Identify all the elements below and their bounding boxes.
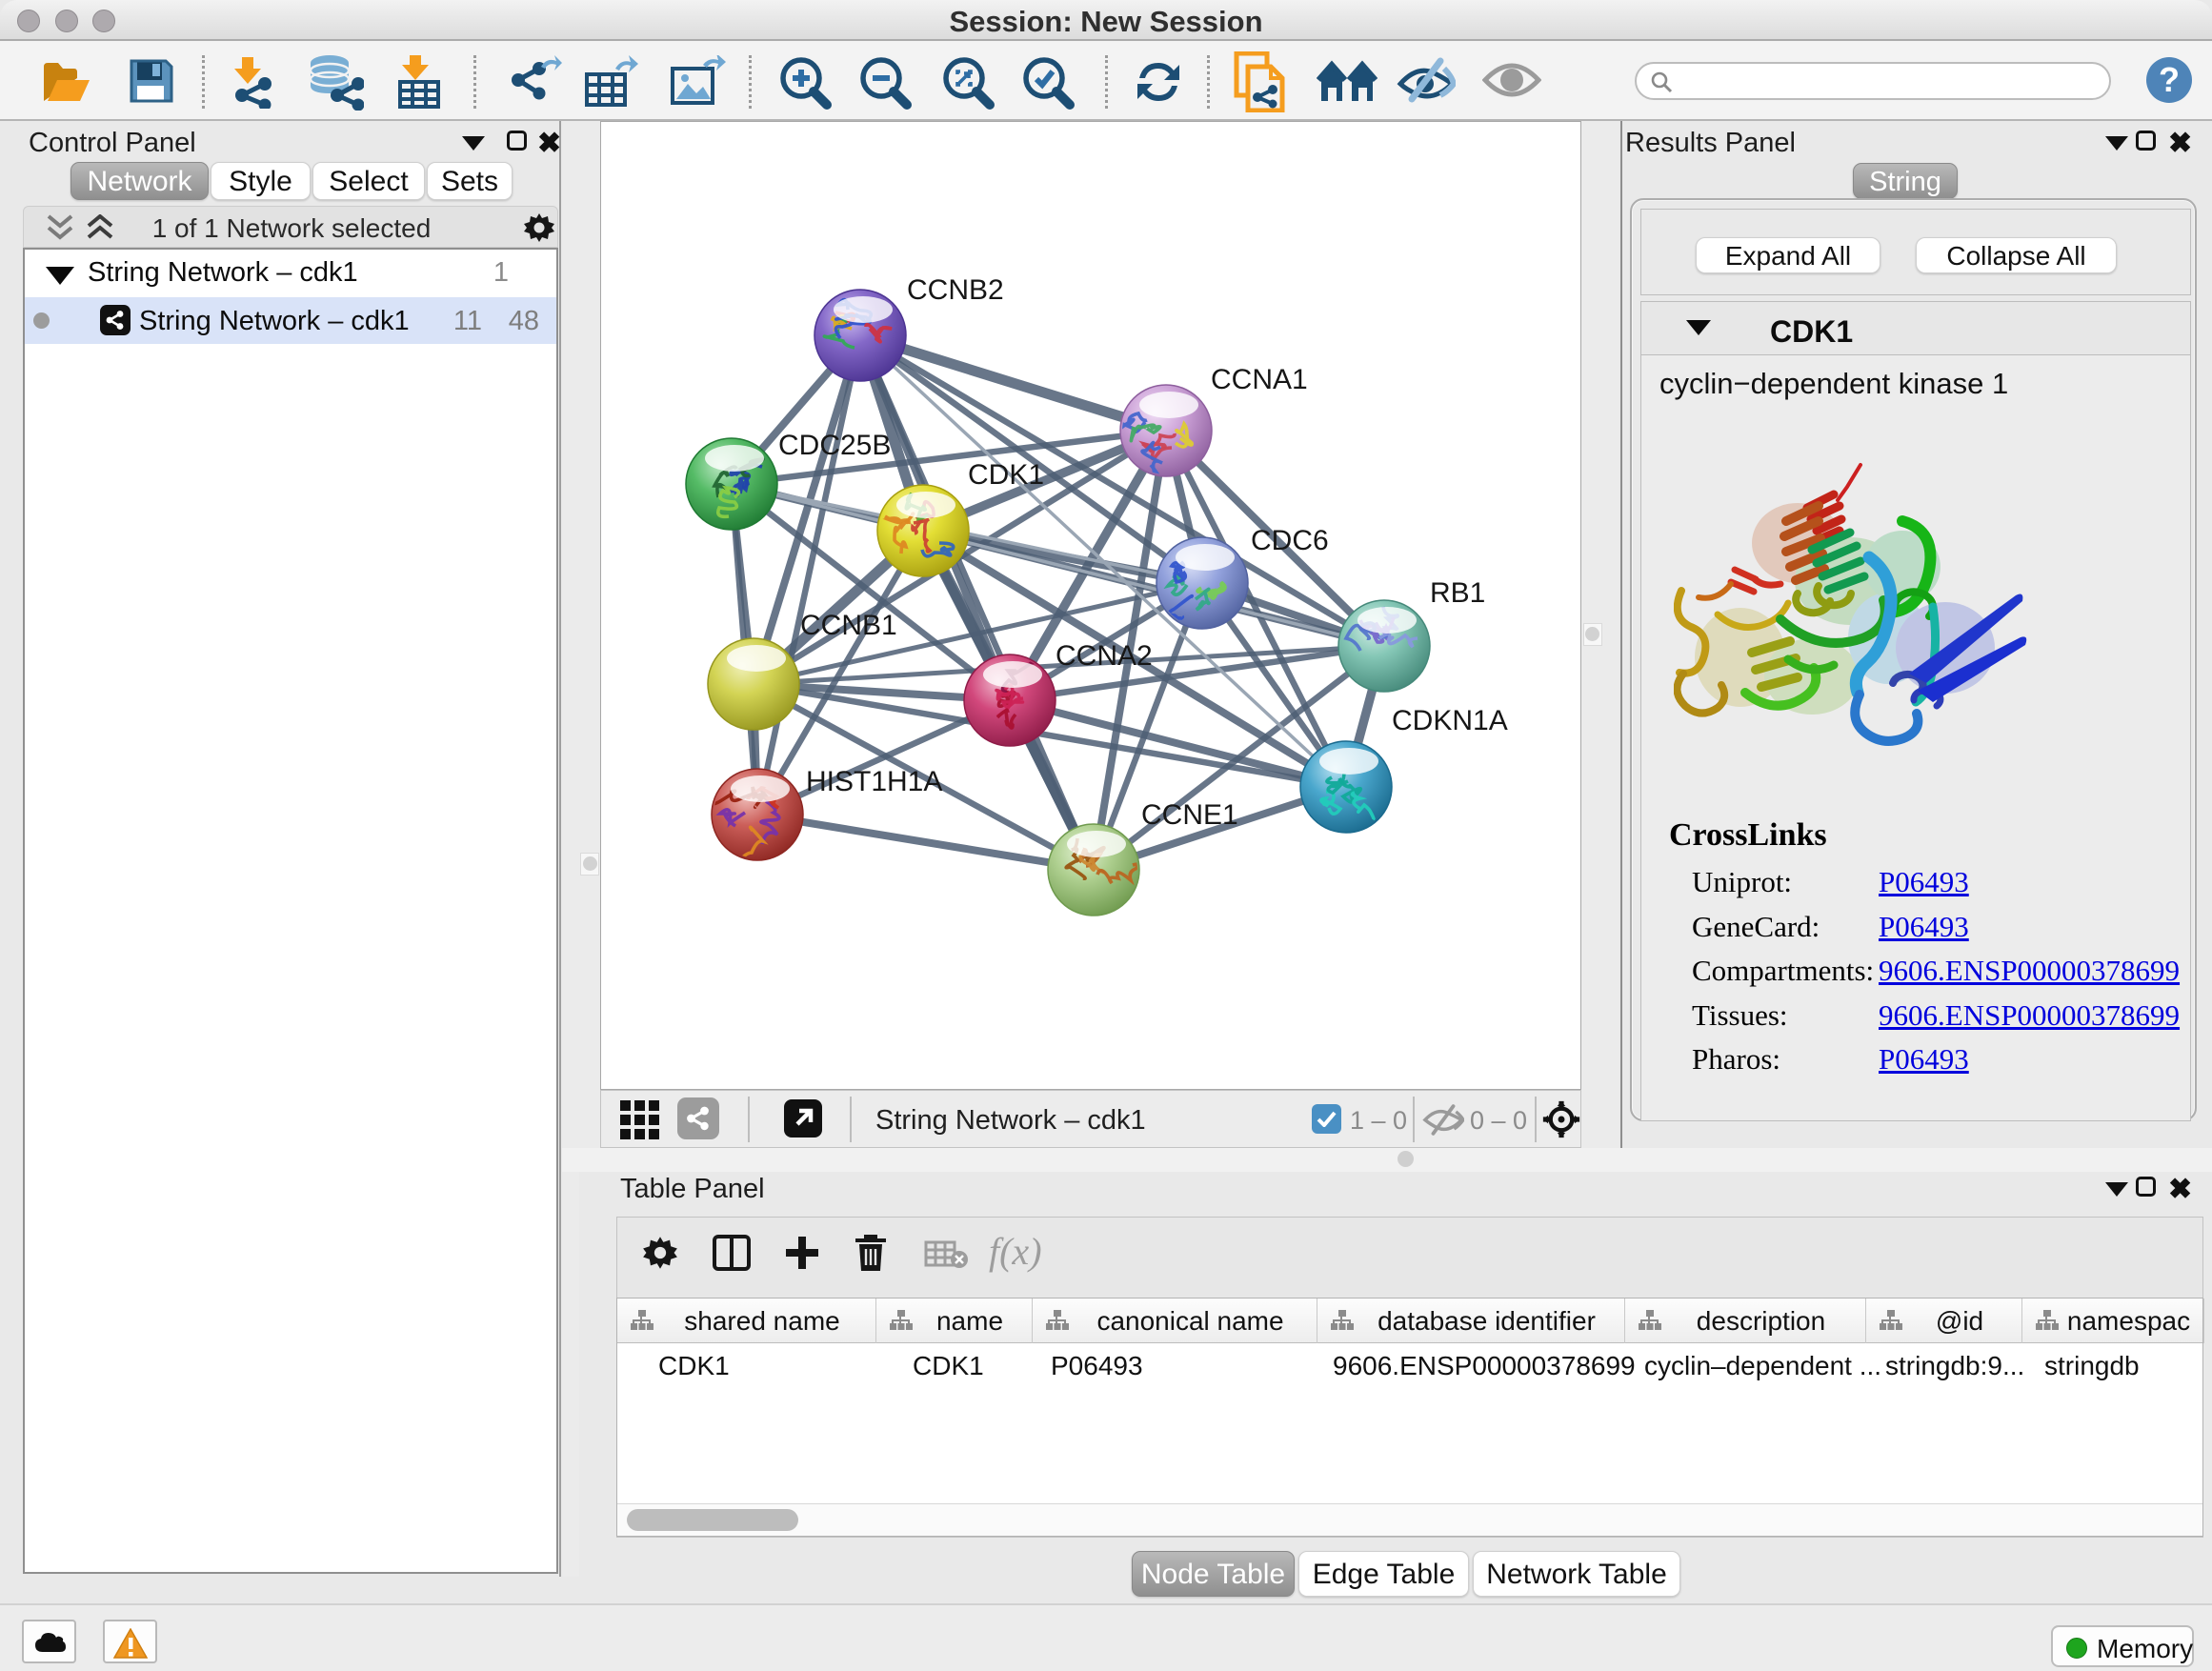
- svg-text:CCNB1: CCNB1: [800, 610, 897, 641]
- svg-text:CCNA1: CCNA1: [1211, 364, 1308, 395]
- svg-text:CDK1: CDK1: [968, 459, 1044, 491]
- svg-text:CCNA2: CCNA2: [1056, 640, 1153, 672]
- svg-text:CCNB2: CCNB2: [907, 274, 1004, 306]
- svg-text:CDKN1A: CDKN1A: [1392, 705, 1508, 736]
- svg-text:CDC25B: CDC25B: [778, 430, 891, 461]
- svg-text:CCNE1: CCNE1: [1141, 799, 1238, 831]
- svg-text:HIST1H1A: HIST1H1A: [806, 766, 942, 797]
- svg-text:RB1: RB1: [1430, 577, 1485, 609]
- svg-text:CDC6: CDC6: [1251, 525, 1329, 556]
